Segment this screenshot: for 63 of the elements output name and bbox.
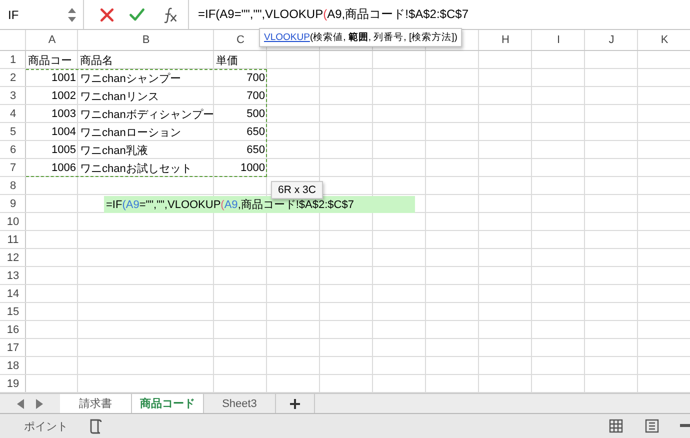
- previous-sheet-icon[interactable]: [17, 398, 25, 408]
- cell-editor[interactable]: =IF(A9="","",VLOOKUP(A9,商品コード!$A$2:$C$7: [104, 196, 415, 213]
- row-header[interactable]: 15: [0, 303, 26, 321]
- table-cell-text: ワニchanシャンプー: [80, 72, 181, 86]
- table-cell: 1001: [52, 72, 76, 84]
- cancel-icon[interactable]: [98, 6, 116, 24]
- row-header[interactable]: 6: [0, 141, 26, 159]
- row-header[interactable]: 13: [0, 267, 26, 285]
- row-header[interactable]: 14: [0, 285, 26, 303]
- table-cell-text: ワニchanお試しセット: [80, 162, 192, 176]
- table-cell: 1006: [52, 162, 76, 174]
- sheet-tab[interactable]: 商品コード: [132, 394, 204, 413]
- row-header[interactable]: 16: [0, 321, 26, 339]
- row-header[interactable]: 8: [0, 177, 26, 195]
- row-header[interactable]: 11: [0, 231, 26, 249]
- check-icon[interactable]: [128, 6, 146, 24]
- range-size-tooltip: 6R x 3C: [271, 181, 323, 199]
- row-header[interactable]: 7: [0, 159, 26, 177]
- table-cell: 650: [246, 144, 265, 156]
- row-header[interactable]: 19: [0, 375, 26, 393]
- row-header[interactable]: 17: [0, 339, 26, 357]
- row-header[interactable]: 18: [0, 357, 26, 375]
- name-box[interactable]: IF: [0, 0, 84, 29]
- status-mode: ポイント: [24, 420, 68, 434]
- table-cell-text: ワニchan乳液: [80, 144, 148, 158]
- column-header[interactable]: A: [26, 30, 78, 50]
- table-cell: 700: [246, 72, 265, 84]
- row-header[interactable]: 3: [0, 87, 26, 105]
- table-cell: 500: [246, 108, 265, 120]
- table-cell-text: 商品コー: [28, 54, 72, 68]
- table-cell: 1003: [52, 108, 76, 120]
- table-cell-text: 商品名: [80, 54, 113, 68]
- row-header[interactable]: 1: [0, 51, 26, 69]
- table-cell-text: ワニchanローション: [80, 126, 181, 140]
- table-cell-text: ワニchanボディシャンプー: [80, 108, 214, 122]
- add-sheet-icon[interactable]: [289, 398, 301, 410]
- table-cell: 650: [246, 126, 265, 138]
- zoom-out-icon[interactable]: [680, 424, 690, 428]
- column-header[interactable]: I: [532, 30, 585, 50]
- table-cell: 1005: [52, 144, 76, 156]
- table-cell: 1000: [240, 162, 265, 174]
- macro-icon[interactable]: [88, 418, 104, 434]
- column-header[interactable]: J: [585, 30, 638, 50]
- grid-view-icon[interactable]: [608, 418, 624, 434]
- function-tooltip: VLOOKUP(検索値, 範囲, 列番号, [検索方法]): [259, 28, 462, 47]
- column-header[interactable]: B: [78, 30, 214, 50]
- sheet-tab[interactable]: 請求書: [60, 394, 132, 413]
- table-cell-text: ワニchanリンス: [80, 90, 159, 104]
- row-header[interactable]: 10: [0, 213, 26, 231]
- row-header[interactable]: 5: [0, 123, 26, 141]
- page-layout-icon[interactable]: [644, 418, 660, 434]
- formula-text[interactable]: =IF(A9="","",VLOOKUP(A9,商品コード!$A$2:$C$7: [198, 6, 468, 23]
- row-header[interactable]: 12: [0, 249, 26, 267]
- table-cell: 700: [246, 90, 265, 102]
- row-header[interactable]: 2: [0, 69, 26, 87]
- row-header[interactable]: 9: [0, 195, 26, 213]
- next-sheet-icon[interactable]: [35, 398, 43, 408]
- table-cell-text: 単価: [216, 54, 238, 68]
- column-header[interactable]: H: [479, 30, 532, 50]
- table-cell: 1004: [52, 126, 76, 138]
- table-cell: 1002: [52, 90, 76, 102]
- row-header[interactable]: 4: [0, 105, 26, 123]
- column-header[interactable]: K: [638, 30, 690, 50]
